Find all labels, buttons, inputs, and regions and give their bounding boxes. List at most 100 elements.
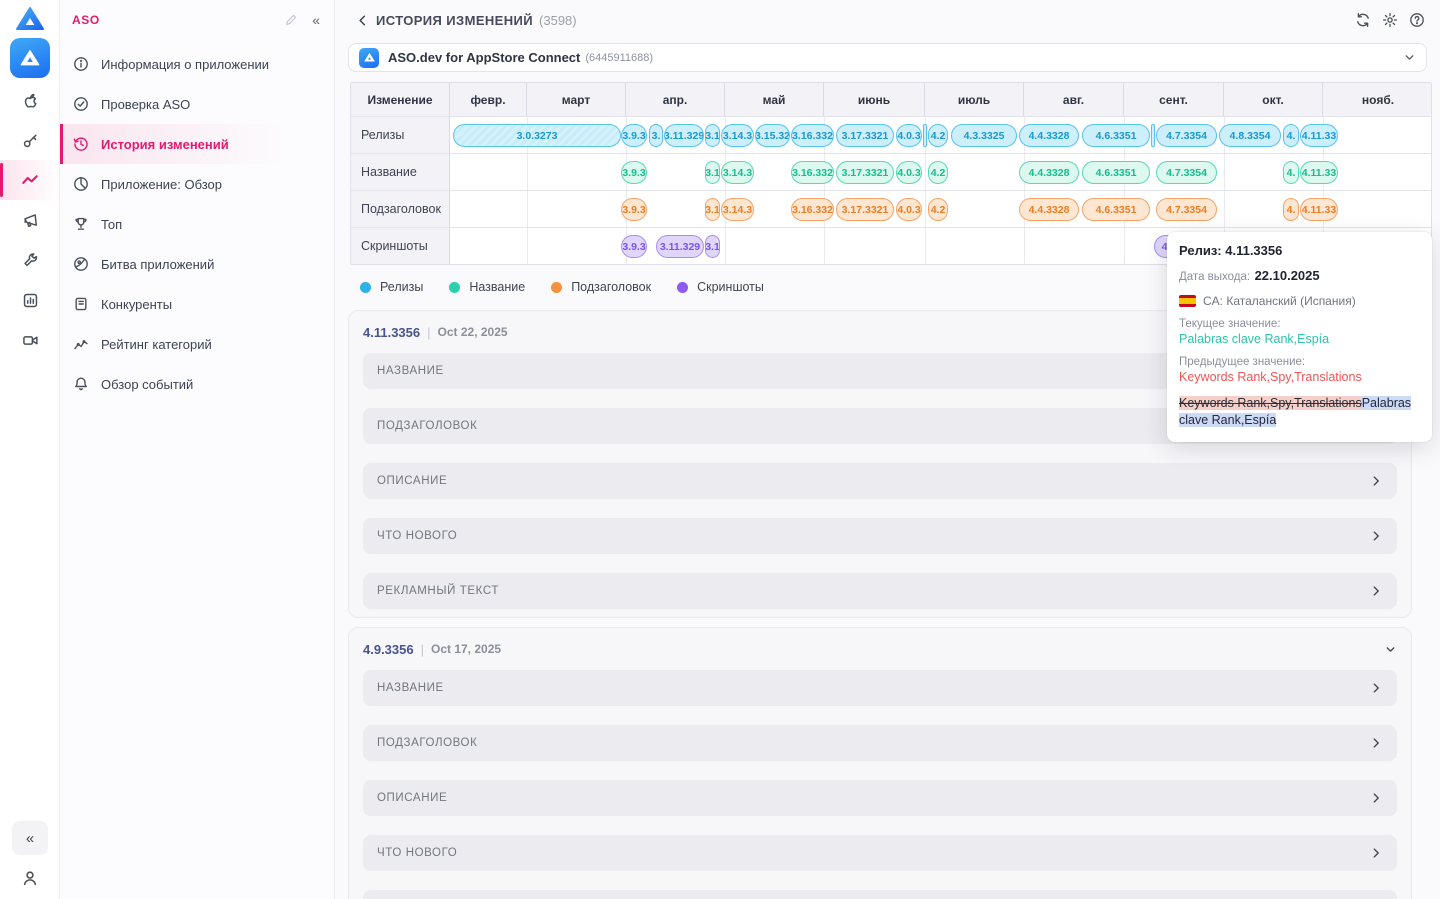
version-pill[interactable]: 4. <box>1283 124 1299 147</box>
sidebar-item-6[interactable]: Конкуренты <box>60 284 334 324</box>
version-pill[interactable]: 4. <box>1283 198 1299 221</box>
section-row-что-нового[interactable]: ЧТО НОВОГО <box>363 835 1397 871</box>
version-pill[interactable]: 3.9.3 <box>621 198 647 221</box>
chevron-down-icon[interactable] <box>1384 643 1397 656</box>
version-pill[interactable]: 3.15.32 <box>755 124 790 147</box>
back-chevron-icon[interactable] <box>355 13 370 28</box>
section-row-рекламный-текст[interactable]: РЕКЛАМНЫЙ ТЕКСТ <box>363 573 1397 609</box>
selected-app-icon[interactable] <box>10 38 50 78</box>
chevron-right-icon <box>1369 736 1383 750</box>
section-row-что-нового[interactable]: ЧТО НОВОГО <box>363 518 1397 554</box>
version-pill[interactable]: 3.16.332 <box>791 124 834 147</box>
version-pill[interactable]: 4.11.33 <box>1300 124 1338 147</box>
version-pill[interactable]: 4.4.3328 <box>1019 161 1079 184</box>
section-row-описание[interactable]: ОПИСАНИЕ <box>363 780 1397 816</box>
rail-item-key[interactable] <box>0 120 60 160</box>
version-pill[interactable]: 3. <box>649 124 663 147</box>
refresh-icon[interactable] <box>1355 12 1371 28</box>
version-pill[interactable]: 3.17.3321 <box>836 161 894 184</box>
section-row-название[interactable]: НАЗВАНИЕ <box>363 670 1397 706</box>
version-pill[interactable]: 3.17.3321 <box>836 124 894 147</box>
rail-item-video[interactable] <box>0 320 60 360</box>
version-pill[interactable]: 4.2 <box>928 124 948 147</box>
sidebar-item-8[interactable]: Обзор событий <box>60 364 334 404</box>
sidebar-collapse-icon[interactable]: « <box>312 12 320 28</box>
user-icon[interactable] <box>0 869 60 887</box>
version-pill[interactable]: 4.4.3328 <box>1019 124 1079 147</box>
version-pill[interactable]: 4.4.3328 <box>1019 198 1079 221</box>
sidebar-item-5[interactable]: Битва приложений <box>60 244 334 284</box>
version-pill[interactable] <box>923 124 927 147</box>
apple-icon <box>22 92 39 109</box>
version-pill[interactable]: 4.2 <box>928 198 948 221</box>
settings-gear-icon[interactable] <box>1382 12 1398 28</box>
sidebar-item-4[interactable]: Топ <box>60 204 334 244</box>
rail-collapse-button[interactable]: « <box>12 821 48 855</box>
version-pill[interactable]: 3.16.332 <box>791 161 834 184</box>
legend-item: Скриншоты <box>677 280 764 294</box>
table-header-month-6: авг. <box>1024 83 1124 116</box>
version-pill[interactable]: 3.9.3 <box>621 235 647 258</box>
version-pill[interactable]: 4.6.3351 <box>1082 161 1150 184</box>
version-pill[interactable]: 4.3.3325 <box>951 124 1017 147</box>
version-pill[interactable]: 4.0.3 <box>896 124 922 147</box>
table-row-track: 3.9.3 3.13.14.3 3.16.3323.17.33214.0.3 4.2 4… <box>450 154 1431 190</box>
version-pill[interactable]: 3.11.329 <box>656 235 704 258</box>
version-pill[interactable]: 4. <box>1283 161 1299 184</box>
version-pill[interactable]: 4.8.3354 <box>1219 124 1281 147</box>
rail-item-bar-chart[interactable] <box>0 280 60 320</box>
section-row-описание[interactable]: ОПИСАНИЕ <box>363 463 1397 499</box>
version-pill[interactable]: 4.7.3354 <box>1156 161 1217 184</box>
app-selector[interactable]: ASO.dev for AppStore Connect (6445911688… <box>348 43 1427 72</box>
rail-item-trend[interactable] <box>0 160 60 200</box>
rail-item-apple[interactable] <box>0 80 60 120</box>
rail-item-wrench[interactable] <box>0 240 60 280</box>
table-header-month-4: июнь <box>824 83 925 116</box>
version-pill[interactable]: 4.11.33 <box>1300 161 1338 184</box>
section-row-рекламный-текст[interactable]: РЕКЛАМНЫЙ ТЕКСТ <box>363 890 1397 899</box>
version-pill[interactable]: 3.14.3 <box>721 161 754 184</box>
sidebar-item-7[interactable]: Рейтинг категорий <box>60 324 334 364</box>
version-pill[interactable]: 3.14.3 <box>721 198 754 221</box>
version-pill[interactable] <box>1151 124 1155 147</box>
version-pill[interactable]: 4.2 <box>928 161 948 184</box>
version-pill[interactable]: 3.14.3 <box>721 124 754 147</box>
release-version[interactable]: 4.9.3356 <box>363 642 414 657</box>
version-pill[interactable]: 3.9.3 <box>621 161 647 184</box>
version-pill[interactable]: 4.6.3351 <box>1082 124 1150 147</box>
sidebar-item-1[interactable]: Проверка ASO <box>60 84 334 124</box>
sidebar-item-2[interactable]: История изменений <box>60 124 334 164</box>
bar-chart-icon <box>22 292 39 309</box>
version-pill[interactable]: 3.0.3273 <box>453 124 621 147</box>
release-card-header: 4.9.3356 | Oct 17, 2025 <box>363 628 1397 670</box>
sidebar-item-3[interactable]: Приложение: Обзор <box>60 164 334 204</box>
version-pill[interactable]: 3.1 <box>705 124 720 147</box>
section-row-подзаголовок[interactable]: ПОДЗАГОЛОВОК <box>363 725 1397 761</box>
help-icon[interactable] <box>1409 12 1425 28</box>
release-version[interactable]: 4.11.3356 <box>363 325 420 340</box>
version-pill[interactable]: 4.0.3 <box>896 161 922 184</box>
version-pill[interactable]: 3.11.329 <box>664 124 704 147</box>
month-gridline <box>1024 228 1025 264</box>
version-pill[interactable]: 4.7.3354 <box>1156 198 1217 221</box>
version-pill[interactable]: 4.11.33 <box>1300 198 1338 221</box>
version-pill[interactable]: 3.1 <box>705 161 720 184</box>
month-gridline <box>1124 228 1125 264</box>
version-pill[interactable]: 3.1 <box>705 235 720 258</box>
version-pill[interactable]: 3.17.3321 <box>836 198 894 221</box>
version-pill[interactable]: 3.16.332 <box>791 198 834 221</box>
tooltip-current-label: Текущее значение: <box>1179 318 1420 330</box>
version-pill[interactable]: 3.9.3 <box>621 124 647 147</box>
edit-pencil-icon[interactable] <box>284 13 298 27</box>
version-pill[interactable]: 4.7.3354 <box>1156 124 1217 147</box>
release-tooltip: Релиз: 4.11.3356 Дата выхода: 22.10.2025… <box>1167 232 1432 442</box>
sidebar-item-0[interactable]: Информация о приложении <box>60 44 334 84</box>
version-pill[interactable]: 4.0.3 <box>896 198 922 221</box>
version-pill[interactable]: 3.1 <box>705 198 720 221</box>
tooltip-diff-removed: Keywords Rank,Spy,Translations <box>1179 396 1362 410</box>
tooltip-previous-value: Keywords Rank,Spy,Translations <box>1179 370 1420 384</box>
sidebar-menu: Информация о приложенииПроверка ASOИстор… <box>60 44 334 404</box>
bell-icon <box>73 376 89 392</box>
version-pill[interactable]: 4.6.3351 <box>1082 198 1150 221</box>
rail-item-megaphone[interactable] <box>0 200 60 240</box>
